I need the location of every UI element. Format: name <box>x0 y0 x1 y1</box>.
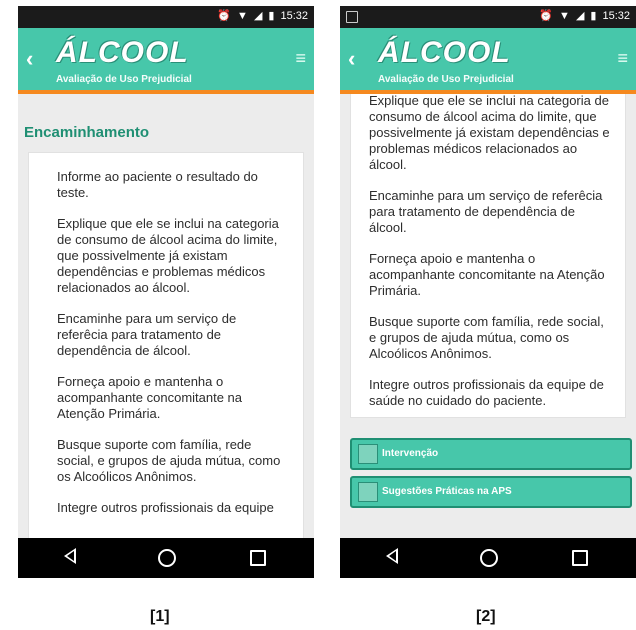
accordion-toggle-icon <box>358 444 378 464</box>
app-logo: ÁLCOOL <box>56 36 189 69</box>
nav-home-icon[interactable] <box>480 549 498 567</box>
text-card: Informe ao paciente o resultado do teste… <box>28 152 304 538</box>
system-nav-bar <box>340 538 636 578</box>
paragraph: Explique que ele se inclui na categoria … <box>57 216 279 295</box>
status-bar: ⏰ ▼ ◢ ▮ 15:32 <box>18 6 314 28</box>
paragraph: Encaminhe para um serviço de referêcia p… <box>369 188 603 235</box>
section-title: Encaminhamento <box>24 124 150 141</box>
status-time: 15:32 <box>280 10 308 22</box>
battery-icon: ▮ <box>590 10 597 22</box>
chevron-left-icon[interactable]: ‹ <box>26 46 33 72</box>
caption-2: [2] <box>476 608 496 625</box>
battery-icon: ▮ <box>268 10 275 22</box>
app-subtitle: Avaliação de Uso Prejudicial <box>56 74 192 85</box>
status-bar: ⏰ ▼ ◢ ▮ 15:32 <box>340 6 636 28</box>
screenshot-1: ⏰ ▼ ◢ ▮ 15:32 ‹ ÁLCOOL Avaliação de Uso … <box>18 6 314 578</box>
nav-recents-icon[interactable] <box>572 550 588 566</box>
signal-icon: ◢ <box>575 10 585 22</box>
nav-back-icon[interactable] <box>64 548 76 564</box>
system-nav-bar <box>18 538 314 578</box>
accordion-intervencao[interactable]: Intervenção <box>350 438 632 470</box>
accordion-label: Sugestões Práticas na APS <box>382 486 512 497</box>
text-card: Explique que ele se inclui na categoria … <box>350 94 626 418</box>
paragraph: Integre outros profissionais da equipe d… <box>369 377 604 408</box>
paragraph: Explique que ele se inclui na categoria … <box>369 94 610 172</box>
app-logo: ÁLCOOL <box>378 36 511 69</box>
content-area[interactable]: Explique que ele se inclui na categoria … <box>340 94 636 538</box>
app-bar: ‹ ÁLCOOL Avaliação de Uso Prejudicial ≡ <box>340 28 636 94</box>
paragraph: Busque suporte com família, rede social,… <box>57 437 281 484</box>
alarm-icon: ⏰ <box>539 10 554 22</box>
paragraph: Informe ao paciente o resultado do teste… <box>57 169 258 200</box>
alarm-icon: ⏰ <box>217 10 232 22</box>
paragraph: Encaminhe para um serviço de referêcia p… <box>57 311 237 358</box>
app-subtitle: Avaliação de Uso Prejudicial <box>378 74 514 85</box>
paragraph: Forneça apoio e mantenha o acompanhante … <box>57 374 243 421</box>
wifi-icon: ▼ <box>237 10 248 22</box>
chevron-left-icon[interactable]: ‹ <box>348 46 355 72</box>
wifi-icon: ▼ <box>559 10 570 22</box>
accordion-toggle-icon <box>358 482 378 502</box>
paragraph: Forneça apoio e mantenha o acompanhante … <box>369 251 605 298</box>
paragraph: Integre outros profissionais da equipe <box>57 500 274 515</box>
content-area[interactable]: Encaminhamento Informe ao paciente o res… <box>18 94 314 538</box>
hamburger-menu-icon[interactable]: ≡ <box>295 48 306 69</box>
hamburger-menu-icon[interactable]: ≡ <box>617 48 628 69</box>
status-icons: ⏰ ▼ ◢ ▮ 15:32 <box>217 10 308 22</box>
caption-1: [1] <box>150 608 170 625</box>
nav-back-icon[interactable] <box>386 548 398 564</box>
nav-recents-icon[interactable] <box>250 550 266 566</box>
paragraph: Busque suporte com família, rede social,… <box>369 314 604 361</box>
status-icons: ⏰ ▼ ◢ ▮ 15:32 <box>539 10 630 22</box>
app-bar: ‹ ÁLCOOL Avaliação de Uso Prejudicial ≡ <box>18 28 314 94</box>
notification-image-icon <box>346 11 358 23</box>
signal-icon: ◢ <box>253 10 263 22</box>
nav-home-icon[interactable] <box>158 549 176 567</box>
accordion-sugestoes[interactable]: Sugestões Práticas na APS <box>350 476 632 508</box>
accordion-label: Intervenção <box>382 448 439 459</box>
status-time: 15:32 <box>602 10 630 22</box>
screenshot-2: ⏰ ▼ ◢ ▮ 15:32 ‹ ÁLCOOL Avaliação de Uso … <box>340 6 636 578</box>
